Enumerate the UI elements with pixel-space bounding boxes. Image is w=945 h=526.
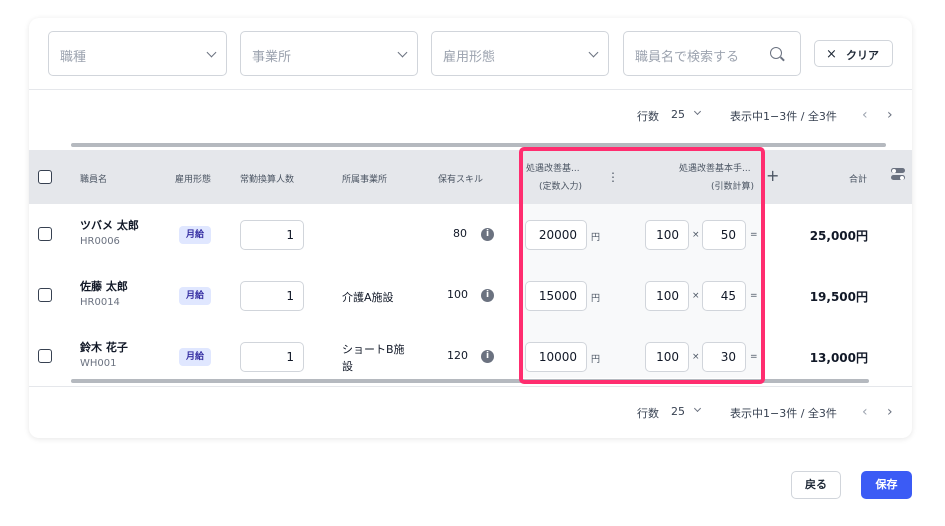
prev-page-icon[interactable]: ‹ [862,404,868,420]
staff-table-card: 職種 事業所 雇用形態 職員名で検索する × クリア 行数 25 表示中1−3件… [29,18,912,438]
filter-bar: 職種 事業所 雇用形態 職員名で検索する × クリア [29,18,912,90]
next-page-icon[interactable]: › [887,107,893,123]
office-placeholder: 事業所 [252,50,292,65]
table-row: 佐藤 太郎 HR0014 月給 1 介護A施設 100 i 15000 円 10… [29,265,912,325]
clear-label: クリア [846,49,879,62]
staff-code: WH001 [80,358,117,369]
header-skill[interactable]: 保有スキル [438,172,483,185]
chevron-down-icon [588,47,599,58]
table-row: 鈴木 花子 WH001 月給 1 ショートB施 設 120 i 10000 円 … [29,326,912,386]
employment-badge: 月給 [179,348,211,366]
header-total[interactable]: 合計 [849,172,867,185]
rows-per-page-label: 行数 [637,110,659,123]
table-row: ツバメ 太郎 HR0006 月給 1 80 i 20000 円 100 × 50… [29,204,912,264]
chevron-down-icon[interactable] [693,404,702,413]
employment-type-select[interactable]: 雇用形態 [431,31,609,76]
office-name-line1: ショートB施 [342,343,405,356]
rows-per-page-select[interactable]: 25 [671,405,685,418]
page-range-text: 表示中1−3件 / 全3件 [730,110,837,123]
table-footer-divider [29,386,912,387]
chevron-down-icon [206,47,217,58]
chevron-down-icon[interactable] [693,107,702,116]
skill-value: 80 [453,227,467,240]
search-placeholder: 職員名で検索する [635,50,740,65]
pagination-bottom: 行数 25 表示中1−3件 / 全3件 ‹ › [637,402,907,422]
search-icon [770,47,782,59]
staff-name: 佐藤 太郎 [80,280,128,293]
job-type-select[interactable]: 職種 [48,31,227,76]
chevron-down-icon [397,47,408,58]
info-icon[interactable]: i [481,289,494,302]
office-name: 介護A施設 [342,291,394,304]
row-total: 19,500円 [809,290,868,304]
row-checkbox[interactable] [38,349,52,363]
staff-search-input[interactable]: 職員名で検索する [623,31,801,76]
row-checkbox[interactable] [38,288,52,302]
skill-value: 120 [447,349,468,362]
header-fte[interactable]: 常勤換算人数 [240,172,294,185]
add-column-icon[interactable]: + [766,166,779,185]
horizontal-scrollbar-top[interactable] [71,143,886,147]
info-icon[interactable]: i [481,350,494,363]
select-all-checkbox[interactable] [38,170,52,184]
fte-input[interactable]: 1 [240,342,304,372]
skill-value: 100 [447,288,468,301]
row-checkbox[interactable] [38,227,52,241]
pagination-top: 行数 25 表示中1−3件 / 全3件 ‹ › [637,105,907,125]
highlight-box [519,147,765,384]
table-header: 職員名 雇用形態 常勤換算人数 所属事業所 保有スキル 処遇改善基... (定数… [29,150,912,204]
employment-type-placeholder: 雇用形態 [443,50,496,65]
close-icon: × [826,47,837,62]
staff-name: ツバメ 太郎 [80,219,139,232]
row-total: 25,000円 [809,229,868,243]
office-name-line2: 設 [342,360,353,373]
header-office[interactable]: 所属事業所 [342,172,387,185]
save-button[interactable]: 保存 [861,471,912,499]
page-range-text: 表示中1−3件 / 全3件 [730,407,837,420]
office-select[interactable]: 事業所 [240,31,418,76]
prev-page-icon[interactable]: ‹ [862,107,868,123]
info-icon[interactable]: i [481,228,494,241]
fte-input[interactable]: 1 [240,281,304,311]
fte-input[interactable]: 1 [240,220,304,250]
header-name[interactable]: 職員名 [80,172,107,185]
rows-per-page-label: 行数 [637,407,659,420]
next-page-icon[interactable]: › [887,404,893,420]
row-total: 13,000円 [809,351,868,365]
staff-code: HR0014 [80,297,120,308]
staff-name: 鈴木 花子 [80,341,128,354]
clear-button[interactable]: × クリア [814,40,893,67]
column-settings-icon[interactable] [891,168,905,182]
header-employment-type[interactable]: 雇用形態 [175,172,211,185]
staff-code: HR0006 [80,236,120,247]
job-type-placeholder: 職種 [60,50,87,65]
employment-badge: 月給 [179,287,211,305]
rows-per-page-select[interactable]: 25 [671,108,685,121]
back-button[interactable]: 戻る [791,471,841,499]
employment-badge: 月給 [179,226,211,244]
